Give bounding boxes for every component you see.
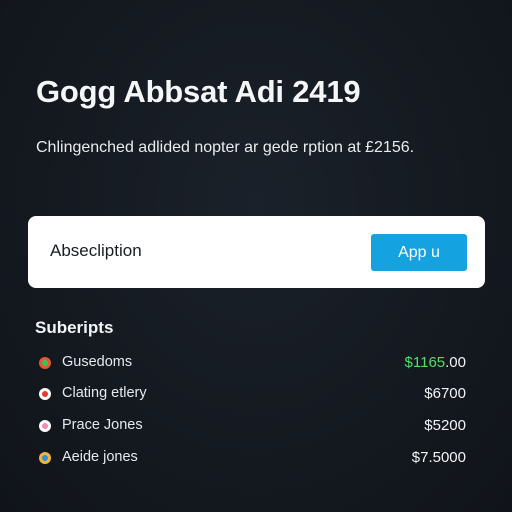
amount-rest: .00 [445,354,466,371]
amount-highlight: $1165 [404,354,446,371]
search-input[interactable] [50,241,350,261]
search-bar: App u [28,216,485,288]
list-item-label: Clating etlery [62,385,147,401]
page-title: Gogg Abbsat Adi 2419 [36,74,361,109]
list-item-amount: $7.5000 [412,449,466,466]
amount-rest: $5200 [424,417,466,434]
list-item-amount: $1165.00 [405,354,466,371]
list-item[interactable]: Aeide jones $7.5000 [0,443,512,473]
apply-button[interactable]: App u [371,234,467,271]
section-title: Suberipts [35,318,114,337]
list-item-amount: $6700 [424,385,466,402]
red-status-icon [39,388,51,400]
blue-status-icon [39,452,51,464]
list-item-label: Aeide jones [62,449,138,465]
page-subtitle: Chlingenched adlided nopter ar gede rpti… [36,139,415,156]
list-item[interactable]: Gusedoms $1165.00 [0,348,512,378]
list-item-label: Prace Jones [62,417,143,433]
amount-rest: $6700 [424,385,466,402]
pink-status-icon [39,420,51,432]
green-status-icon [39,357,51,369]
app-page: Gogg Abbsat Adi 2419 Chlingenched adlide… [0,0,512,512]
list-item-label: Gusedoms [62,354,133,370]
amount-rest: $7.5000 [411,449,466,466]
list-item-amount: $5200 [424,417,466,434]
list-item[interactable]: Prace Jones $5200 [0,411,512,441]
list-item[interactable]: Clating etlery $6700 [0,379,512,409]
